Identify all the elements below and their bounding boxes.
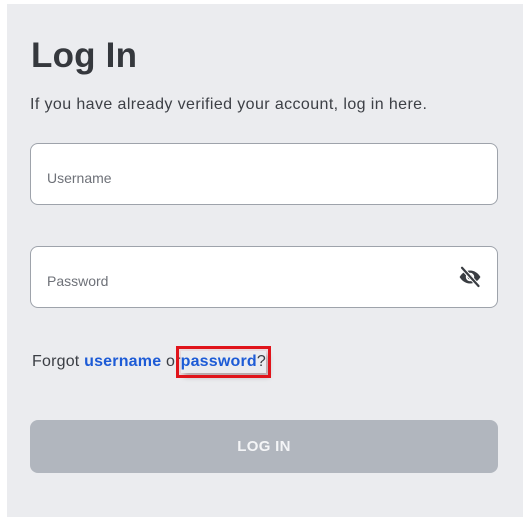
login-button[interactable]: LOG IN	[30, 420, 498, 473]
username-input[interactable]	[47, 148, 447, 208]
password-field[interactable]	[30, 246, 498, 311]
forgot-username-link[interactable]: username	[84, 353, 161, 370]
highlight-box: password?	[175, 346, 272, 378]
forgot-prefix-text: Forgot	[32, 353, 80, 370]
eye-slash-icon[interactable]	[458, 265, 482, 289]
forgot-credentials-line: Forgot username orpassword?	[32, 346, 272, 378]
forgot-suffix-text: ?	[256, 353, 267, 370]
forgot-or-text: or	[165, 353, 181, 370]
login-panel: Log In If you have already verified your…	[7, 4, 523, 517]
page-title: Log In	[31, 36, 138, 75]
password-input[interactable]	[47, 251, 447, 311]
username-field[interactable]	[30, 143, 498, 208]
page-subtitle: If you have already verified your accoun…	[30, 96, 428, 113]
forgot-password-link[interactable]: password	[181, 353, 257, 370]
